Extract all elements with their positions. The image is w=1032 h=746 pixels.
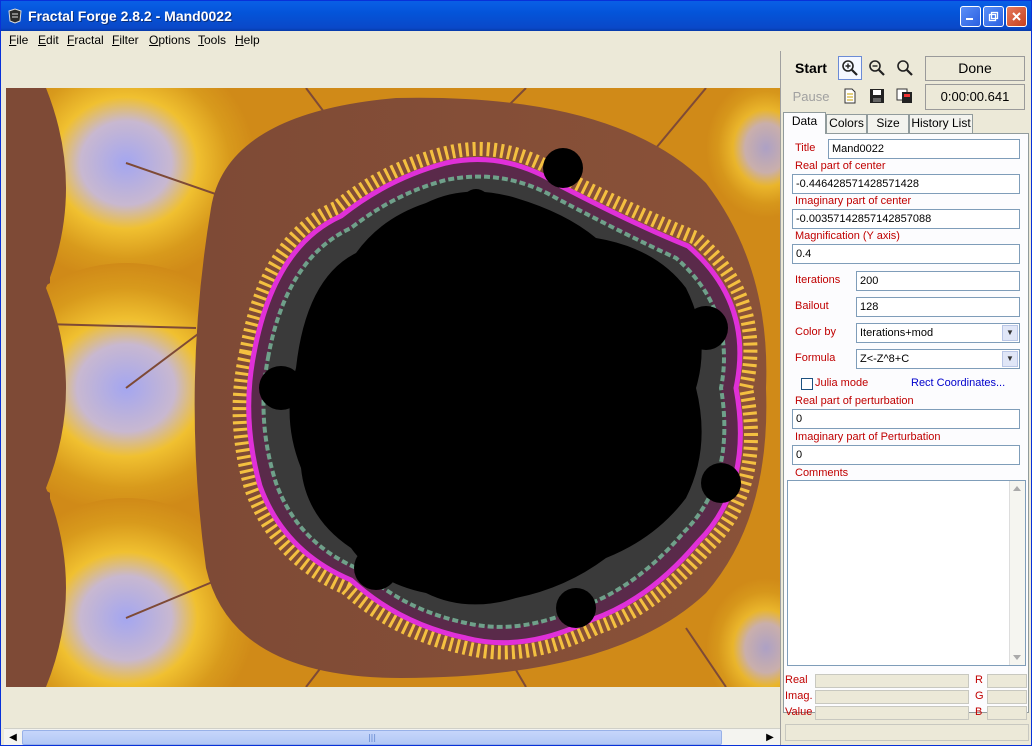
formula-value: Z<-Z^8+C (860, 353, 910, 365)
imag-readout-label: Imag. (785, 690, 813, 702)
title-field[interactable]: Mand0022 (828, 139, 1020, 159)
julia-mode-checkbox[interactable] (801, 378, 813, 390)
real-center-label: Real part of center (795, 160, 886, 172)
rect-coordinates-link[interactable]: Rect Coordinates... (911, 377, 1005, 389)
real-readout-value (815, 674, 969, 688)
app-icon (8, 8, 22, 24)
start-button[interactable]: Start (785, 56, 837, 80)
new-document-icon[interactable] (838, 84, 862, 108)
b-readout-value (987, 706, 1027, 720)
tab-data[interactable]: Data (783, 112, 826, 134)
colorby-value: Iterations+mod (860, 327, 934, 339)
menu-tools[interactable]: Tools (198, 33, 226, 47)
formula-select[interactable]: Z<-Z^8+C ▼ (856, 349, 1020, 369)
g-readout-label: G (975, 690, 984, 702)
r-readout-value (987, 674, 1027, 688)
imag-perturbation-field[interactable]: 0 (792, 445, 1020, 465)
status-bar (785, 724, 1029, 741)
zoom-in-icon[interactable] (838, 56, 862, 80)
menu-edit[interactable]: Edit (38, 33, 59, 47)
colorby-select[interactable]: Iterations+mod ▼ (856, 323, 1020, 343)
menu-filter[interactable]: Filter (112, 33, 139, 47)
comments-scrollbar[interactable] (1009, 481, 1025, 665)
chevron-down-icon[interactable]: ▼ (1002, 325, 1018, 341)
control-panel: Start Pause Done 0:00:00.641 Data Colors… (780, 51, 1031, 745)
iterations-field[interactable]: 200 (856, 271, 1020, 291)
iterations-label: Iterations (795, 274, 841, 286)
julia-mode-label: Julia mode (815, 377, 869, 389)
real-perturbation-field[interactable]: 0 (792, 409, 1020, 429)
value-readout-label: Value (785, 706, 813, 718)
status-box: Done (925, 56, 1025, 81)
bailout-label: Bailout (795, 300, 829, 312)
imag-center-label: Imaginary part of center (795, 195, 912, 207)
colorby-label: Color by (795, 326, 836, 338)
pause-button[interactable]: Pause (785, 84, 837, 108)
menu-fractal[interactable]: Fractal (67, 33, 104, 47)
minimize-icon[interactable] (960, 6, 981, 27)
maximize-icon[interactable] (983, 6, 1004, 27)
application-window: Fractal Forge 2.8.2 - Mand0022 File Edit… (0, 0, 1032, 746)
value-readout-value (815, 706, 969, 720)
fractal-canvas-area (4, 51, 780, 728)
fractal-image[interactable] (6, 88, 780, 687)
b-readout-label: B (975, 706, 983, 718)
tab-size[interactable]: Size (867, 114, 909, 133)
formula-label: Formula (795, 352, 836, 364)
tab-strip: Data Colors Size History List (783, 112, 1029, 134)
menu-help[interactable]: Help (235, 33, 260, 47)
window-title: Fractal Forge 2.8.2 - Mand0022 (28, 8, 232, 24)
title-bar[interactable]: Fractal Forge 2.8.2 - Mand0022 (1, 1, 1031, 31)
imag-perturbation-label: Imaginary part of Perturbation (795, 431, 941, 443)
g-readout-value (987, 690, 1027, 704)
copy-icon[interactable] (893, 84, 917, 108)
magnification-label: Magnification (Y axis) (795, 230, 900, 242)
scrollbar-thumb[interactable]: ||| (22, 730, 722, 745)
magnification-field[interactable]: 0.4 (792, 244, 1020, 264)
menu-file[interactable]: File (9, 33, 28, 47)
save-icon[interactable] (865, 84, 889, 108)
imag-center-field[interactable]: -0.00357142857142857088 (792, 209, 1020, 229)
title-label: Title (795, 142, 816, 154)
pixel-readout: Real R Imag. G Value B (783, 671, 1029, 725)
real-perturbation-label: Real part of perturbation (795, 395, 914, 407)
chevron-down-icon[interactable]: ▼ (1002, 351, 1018, 367)
tab-history-list[interactable]: History List (909, 114, 973, 133)
bailout-field[interactable]: 128 (856, 297, 1020, 317)
close-icon[interactable] (1006, 6, 1027, 27)
real-center-field[interactable]: -0.446428571428571428 (792, 174, 1020, 194)
comments-label: Comments (795, 467, 849, 479)
scroll-right-icon[interactable]: ▶ (762, 730, 778, 745)
elapsed-time: 0:00:00.641 (925, 84, 1025, 110)
data-tab-page: Title Mand0022 Real part of center -0.44… (783, 133, 1029, 713)
horizontal-scrollbar[interactable]: ◀ ||| ▶ (4, 728, 780, 745)
zoom-icon[interactable] (893, 56, 917, 80)
imag-readout-value (815, 690, 969, 704)
r-readout-label: R (975, 674, 983, 686)
real-readout-label: Real (785, 674, 808, 686)
comments-textarea[interactable] (787, 480, 1026, 666)
scroll-left-icon[interactable]: ◀ (5, 730, 21, 745)
menu-bar: File Edit Fractal Filter Options Tools H… (1, 31, 1031, 51)
menu-options[interactable]: Options (149, 33, 190, 47)
tab-colors[interactable]: Colors (826, 114, 867, 133)
zoom-out-icon[interactable] (865, 56, 889, 80)
